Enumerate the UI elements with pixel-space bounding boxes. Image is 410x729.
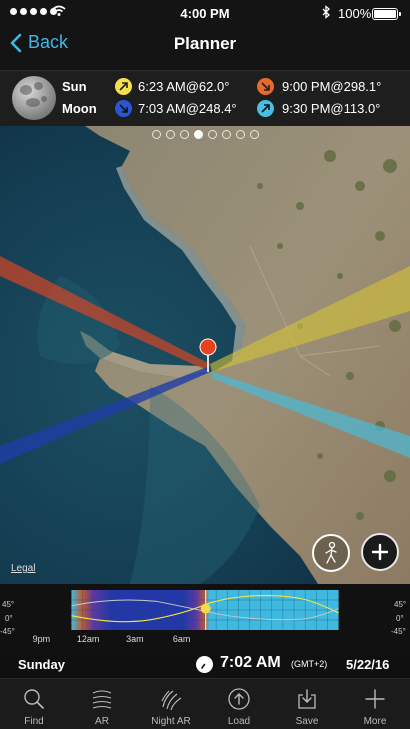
y-label-left-mid: 0° <box>5 614 13 623</box>
timeline-tick-label: 6pm <box>359 634 378 644</box>
satellite-map[interactable]: Legal <box>0 126 410 584</box>
y-label-left-top: 45° <box>2 600 15 609</box>
tab-load[interactable]: Load <box>209 679 269 729</box>
moonset-icon <box>257 100 274 117</box>
time-value[interactable]: 7:02 AM <box>220 654 281 672</box>
date-value[interactable]: 5/22/16 <box>346 657 389 672</box>
page-dot[interactable] <box>249 130 259 139</box>
date-time-row: Sunday 7:02 AM (GMT+2) 5/22/16 <box>0 652 410 678</box>
chevron-left-icon <box>10 33 22 52</box>
plus-icon <box>365 689 385 709</box>
tab-save[interactable]: Save <box>277 679 337 729</box>
sun-label: Sun <box>62 79 87 94</box>
tab-ar-label: AR <box>95 716 109 727</box>
page-indicator[interactable] <box>0 130 410 139</box>
timezone-label: (GMT+2) <box>291 659 328 669</box>
legal-link[interactable]: Legal <box>11 563 35 574</box>
timeline-tick-label: 6am <box>172 634 191 644</box>
sun-moon-info-panel: Sun Moon 6:23 AM@62.0° 9:00 PM@298.1° 7:… <box>0 70 410 126</box>
timeline-tick-label: 3pm <box>313 634 331 644</box>
y-label-right-top: 45° <box>394 600 407 609</box>
sunrise-value: 6:23 AM@62.0° <box>138 79 230 94</box>
person-icon <box>325 541 337 564</box>
y-label-left-bottom: -45° <box>0 627 15 636</box>
tab-more[interactable]: More <box>345 679 405 729</box>
page-dot[interactable] <box>193 130 203 139</box>
ar-icon <box>92 690 112 709</box>
tab-bar: Find AR Night AR Load Save More <box>0 678 410 729</box>
page-dot[interactable] <box>207 130 217 139</box>
tab-find[interactable]: Find <box>4 679 64 729</box>
person-button[interactable] <box>312 534 350 572</box>
sunset-value: 9:00 PM@298.1° <box>282 79 382 94</box>
timeline-tick-label: 9pm <box>32 634 51 644</box>
search-icon <box>24 689 44 709</box>
tab-more-label: More <box>363 716 387 727</box>
save-icon <box>298 689 316 709</box>
location-pin-icon <box>199 338 217 356</box>
page-dot[interactable] <box>221 130 231 139</box>
clock-icon[interactable] <box>196 656 213 673</box>
battery-percent: 100% <box>338 6 372 21</box>
y-label-right-bottom: -45° <box>391 627 406 636</box>
tab-night-ar[interactable]: Night AR <box>141 679 201 729</box>
back-label: Back <box>28 32 69 52</box>
y-label-right-mid: 0° <box>396 614 404 623</box>
plus-icon <box>371 543 389 561</box>
battery-icon <box>372 8 401 20</box>
sunrise-icon <box>115 78 132 95</box>
page-dot[interactable] <box>151 130 161 139</box>
timeline-tick-label: 9am <box>219 634 238 644</box>
timeline-slider[interactable]: 45° 0° -45° 45° 0° -45° 9pm 12am 3am 6am… <box>0 584 410 652</box>
day-label: Sunday <box>18 657 65 672</box>
moonset-value: 9:30 PM@113.0° <box>282 101 381 116</box>
timeline-tick-label: 3am <box>126 634 144 644</box>
page-dot[interactable] <box>179 130 189 139</box>
tab-ar[interactable]: AR <box>72 679 132 729</box>
status-bar: 4:00 PM 100% <box>0 0 410 26</box>
moon-phase-icon[interactable] <box>12 76 56 120</box>
page-dot[interactable] <box>235 130 245 139</box>
timeline-tick-label: 12am <box>76 634 100 644</box>
page-dot[interactable] <box>165 130 175 139</box>
sun-moon-altitude-graph <box>71 590 339 630</box>
sunset-icon <box>257 78 274 95</box>
add-button[interactable] <box>361 533 399 571</box>
moonrise-value: 7:03 AM@248.4° <box>138 101 237 116</box>
back-button[interactable]: Back <box>10 32 68 53</box>
map-imagery <box>0 126 410 584</box>
timeline-tick-label: 12pm <box>263 634 287 644</box>
moonrise-icon <box>115 100 132 117</box>
time-scrubber-handle <box>200 603 211 614</box>
moon-label: Moon <box>62 101 97 116</box>
load-icon <box>228 688 250 710</box>
night-ar-icon <box>161 690 182 711</box>
bluetooth-icon <box>322 5 330 19</box>
navigation-bar: Back Planner <box>0 26 410 70</box>
